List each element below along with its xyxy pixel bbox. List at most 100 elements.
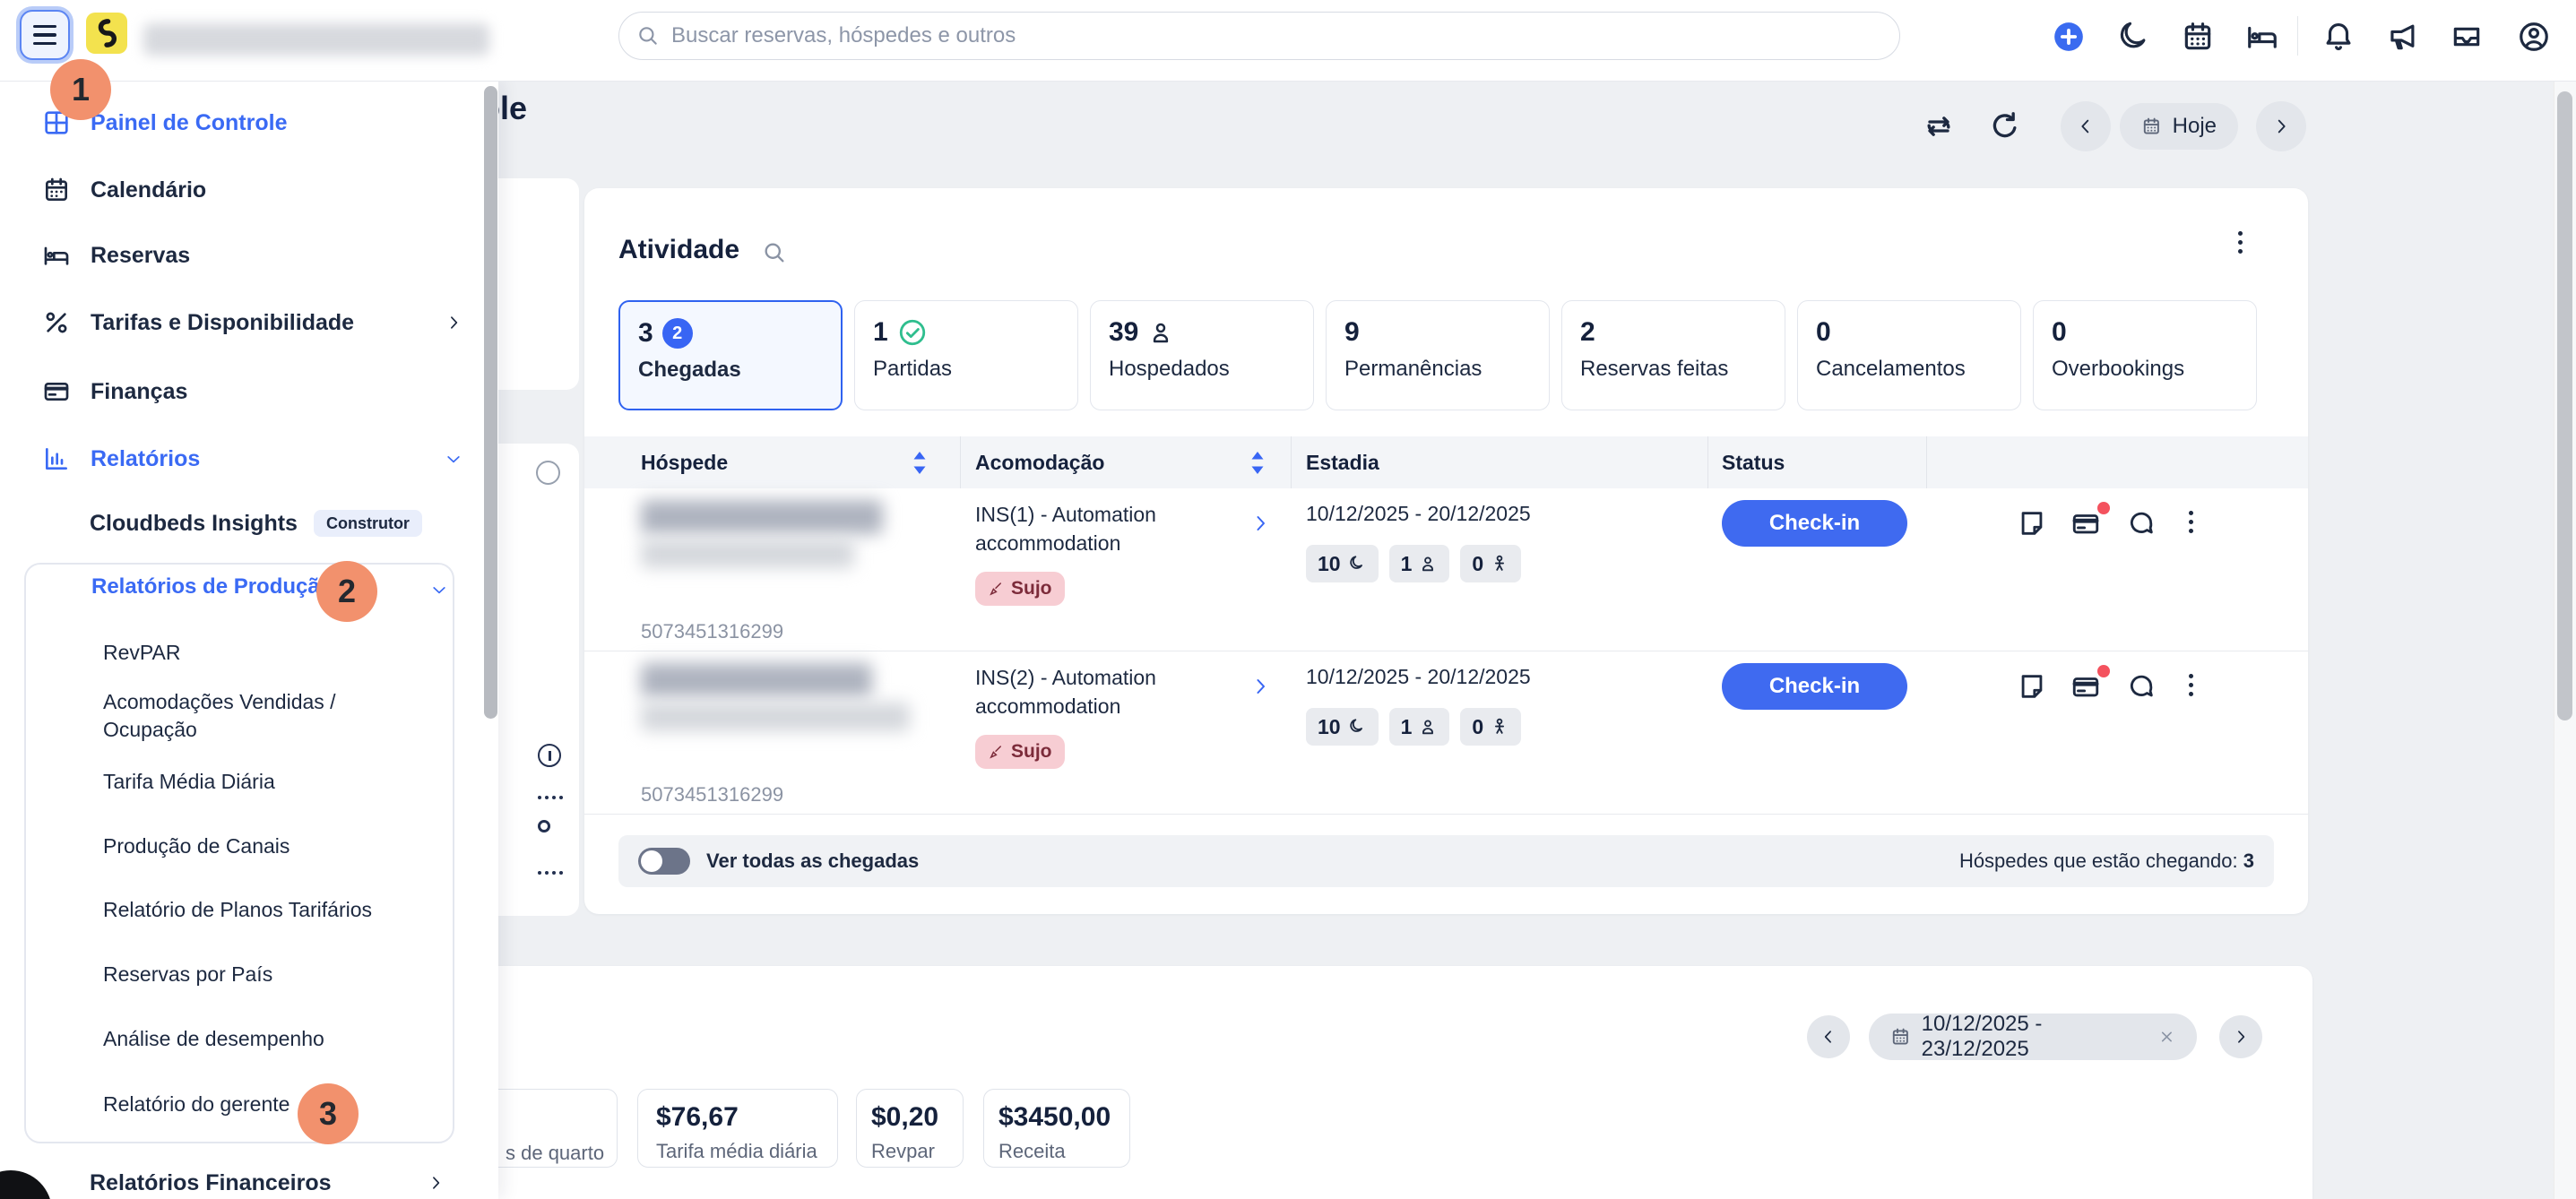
sidebar-item-calendario[interactable]: Calendário: [42, 170, 206, 210]
note-icon[interactable]: [2017, 671, 2047, 702]
chevron-right-icon: [427, 1174, 445, 1192]
chat-icon[interactable]: [2126, 671, 2157, 702]
sidebar-item-acomodacoes-vendidas[interactable]: Acomodações Vendidas / Ocupação: [103, 688, 399, 746]
today-button[interactable]: Hoje: [2120, 103, 2238, 150]
calendar-icon: [1890, 1026, 1911, 1048]
sidebar-item-analise-desempenho[interactable]: Análise de desempenho: [103, 1024, 324, 1053]
sidebar-item-relatorio-gerente[interactable]: Relatório do gerente: [103, 1090, 290, 1118]
top-bar: [0, 0, 2576, 82]
sidebar-scrollbar-thumb[interactable]: [484, 86, 497, 719]
bed-icon[interactable]: [2245, 20, 2279, 54]
tab-partidas[interactable]: 1 Partidas: [854, 300, 1078, 410]
moon-icon: [1347, 717, 1367, 737]
room-chevron-icon[interactable]: [1249, 513, 1271, 534]
date-next-button[interactable]: [2256, 101, 2306, 151]
room-link[interactable]: INS(2) - Automation accommodation: [975, 663, 1235, 720]
date-range-pill[interactable]: 10/12/2025 - 23/12/2025: [1869, 1014, 2197, 1060]
sidebar-item-revpar[interactable]: RevPAR: [103, 638, 181, 667]
sidebar-item-relatorios[interactable]: Relatórios: [42, 439, 462, 479]
activity-card: Atividade 32 Chegadas 1 Partidas 39 Hosp…: [584, 188, 2308, 914]
page-scrollbar-thumb[interactable]: [2557, 91, 2572, 720]
adults-chip: 1: [1389, 708, 1450, 746]
repeat-icon[interactable]: [1921, 108, 1957, 144]
tab-reservas-feitas[interactable]: 2 Reservas feitas: [1561, 300, 1785, 410]
account-user-icon[interactable]: [2517, 20, 2551, 54]
person-icon: [1418, 554, 1438, 574]
notifications-bell-icon[interactable]: [2321, 20, 2356, 54]
sidebar-item-relatorios-financeiros[interactable]: Relatórios Financeiros: [90, 1163, 445, 1199]
calendar-icon[interactable]: [2181, 20, 2215, 54]
announcements-megaphone-icon[interactable]: [2385, 20, 2419, 54]
percent-icon: [42, 308, 71, 337]
payment-alert-dot: [2097, 665, 2110, 677]
dark-mode-moon-icon[interactable]: [2116, 20, 2150, 54]
stat-revenue: $3450,00 Receita: [983, 1089, 1130, 1168]
clear-range-icon[interactable]: [2158, 1028, 2175, 1046]
tab-overbookings[interactable]: 0 Overbookings: [2033, 300, 2257, 410]
inbox-tray-icon[interactable]: [2450, 20, 2484, 54]
table-header: Hóspede Acomodação Estadia Status: [584, 436, 2308, 488]
range-next-button[interactable]: [2219, 1015, 2262, 1058]
date-range-label: 10/12/2025 - 23/12/2025: [1922, 1012, 2143, 1062]
sidebar-item-tarifas[interactable]: Tarifas e Disponibilidade: [42, 303, 462, 342]
room-link[interactable]: INS(1) - Automation accommodation: [975, 500, 1235, 557]
date-prev-button[interactable]: [2061, 101, 2111, 151]
activity-search-icon[interactable]: [762, 240, 787, 265]
col-acomodacao: Acomodação: [975, 451, 1104, 475]
sidebar-item-tarifa-media[interactable]: Tarifa Média Diária: [103, 767, 275, 796]
annotation-step-3: 3: [298, 1083, 359, 1144]
guest-name-redacted: [641, 663, 872, 697]
children-chip: 0: [1460, 545, 1521, 582]
redacted-dots: [538, 871, 541, 875]
text-fragment: [538, 820, 550, 832]
help-circle-icon: [536, 461, 560, 485]
person-icon: [1147, 319, 1174, 346]
row-kebab-icon[interactable]: [2189, 511, 2193, 533]
calendar-icon: [42, 176, 71, 204]
payment-card-icon[interactable]: [2070, 671, 2101, 702]
refresh-icon[interactable]: [1987, 108, 2023, 144]
construtor-badge: Construtor: [314, 510, 422, 537]
production-reports-card: Relatórios de Produção RevPAR Acomodaçõe…: [24, 563, 454, 1143]
cloudbeds-logo[interactable]: [86, 13, 127, 54]
show-all-arrivals-toggle[interactable]: [638, 848, 690, 875]
sidebar-item-producao-canais[interactable]: Produção de Canais: [103, 832, 290, 860]
sidebar-item-planos-tarifarios[interactable]: Relatório de Planos Tarifários: [103, 895, 372, 924]
payment-card-icon[interactable]: [2070, 508, 2101, 539]
search-input[interactable]: [618, 12, 1900, 60]
sort-icon[interactable]: [1250, 451, 1265, 475]
sidebar-item-reservas-pais[interactable]: Reservas por País: [103, 960, 272, 988]
quick-add-icon[interactable]: [2052, 20, 2086, 54]
housekeeping-badge: Sujo: [975, 735, 1065, 769]
sidebar-item-financas[interactable]: Finanças: [42, 372, 187, 411]
sidebar: Painel de Controle Calendário Reservas T…: [0, 81, 498, 1199]
col-hospede: Hóspede: [641, 451, 728, 475]
arrivals-count-badge: 2: [662, 318, 693, 349]
activity-footer: Ver todas as chegadas Hóspedes que estão…: [618, 835, 2274, 887]
tab-permanencias[interactable]: 9 Permanências: [1326, 300, 1550, 410]
stat-label: Tarifa média diária: [656, 1140, 819, 1163]
chevron-right-icon: [445, 314, 462, 332]
hamburger-menu-button[interactable]: [20, 10, 70, 60]
activity-menu-kebab-icon[interactable]: [2238, 231, 2243, 254]
sidebar-item-relatorios-producao[interactable]: Relatórios de Produção: [91, 574, 333, 600]
tab-hospedados[interactable]: 39 Hospedados: [1090, 300, 1314, 410]
search-icon: [636, 24, 660, 47]
room-chevron-icon[interactable]: [1249, 676, 1271, 697]
activity-title: Atividade: [618, 235, 739, 265]
reservation-id: 5073451316299: [641, 620, 783, 643]
tab-cancelamentos[interactable]: 0 Cancelamentos: [1797, 300, 2021, 410]
guest-name-redacted: [641, 703, 910, 731]
note-icon[interactable]: [2017, 508, 2047, 539]
stat-adr: $76,67 Tarifa média diária: [637, 1089, 838, 1168]
row-kebab-icon[interactable]: [2189, 674, 2193, 696]
sidebar-item-reservas[interactable]: Reservas: [42, 236, 190, 275]
checkin-button[interactable]: Check-in: [1722, 663, 1907, 710]
sidebar-item-insights[interactable]: Cloudbeds Insights Construtor: [90, 504, 422, 543]
sort-icon[interactable]: [912, 451, 927, 475]
chat-icon[interactable]: [2126, 508, 2157, 539]
checkin-button[interactable]: Check-in: [1722, 500, 1907, 547]
range-prev-button[interactable]: [1807, 1015, 1850, 1058]
tab-chegadas[interactable]: 32 Chegadas: [618, 300, 843, 410]
global-search: [618, 12, 1900, 60]
